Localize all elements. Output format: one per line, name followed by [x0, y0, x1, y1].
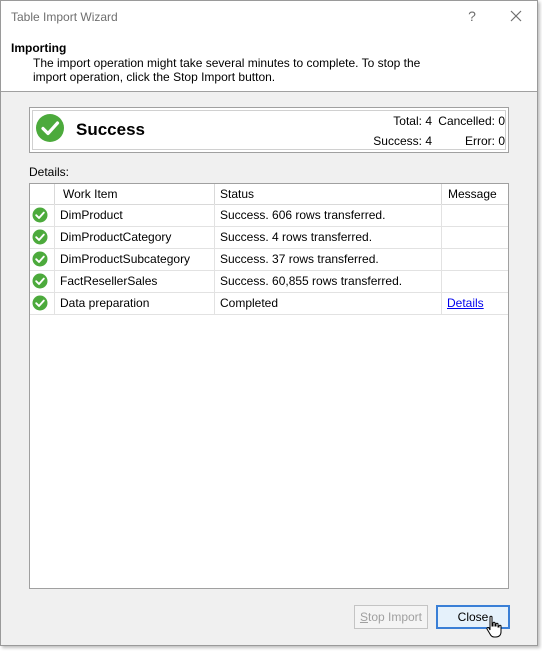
success-check-icon — [32, 273, 48, 289]
error-count: Error: 0 — [464, 134, 505, 148]
work-item-cell: DimProductCategory — [55, 226, 215, 248]
status-cell: Success. 606 rows transferred. — [215, 204, 442, 226]
success-check-icon — [32, 251, 48, 267]
message-cell: Details — [442, 292, 508, 314]
page-description: The import operation might take several … — [33, 56, 421, 84]
success-check-icon — [32, 207, 48, 223]
table-row[interactable]: FactResellerSales Success. 60,855 rows t… — [30, 270, 508, 293]
close-icon — [510, 10, 522, 22]
stop-import-mnemonic: S — [359, 610, 368, 624]
total-count: Total: 4 — [393, 114, 432, 128]
details-link[interactable]: Details — [447, 296, 484, 310]
table-row[interactable]: DimProduct Success. 606 rows transferred… — [30, 204, 508, 227]
row-status-cell — [30, 226, 55, 248]
help-button[interactable]: ? — [461, 6, 483, 26]
table-row[interactable]: Data preparation Completed Details — [30, 292, 508, 315]
stop-import-button[interactable]: Stop Import — [354, 605, 428, 629]
details-label: Details: — [29, 165, 70, 179]
window-title: Table Import Wizard — [11, 10, 118, 24]
row-status-cell — [30, 270, 55, 292]
row-status-cell — [30, 204, 55, 226]
status-summary-box: Success Total: 4 Cancelled: 0 Success: 4… — [29, 107, 509, 153]
page-title: Importing — [11, 41, 67, 55]
success-check-icon — [32, 229, 48, 245]
row-status-cell — [30, 248, 55, 270]
success-check-icon — [32, 295, 48, 311]
mouse-pointer-icon — [486, 615, 502, 638]
status-cell: Success. 37 rows transferred. — [215, 248, 442, 270]
column-header-message[interactable]: Message — [442, 184, 508, 204]
work-item-cell: Data preparation — [55, 292, 215, 314]
work-item-cell: FactResellerSales — [55, 270, 215, 292]
table-import-wizard-window: Table Import Wizard ? Importing The impo… — [0, 0, 538, 646]
status-label: Success — [76, 120, 145, 139]
success-check-icon — [36, 114, 64, 142]
row-status-cell — [30, 292, 55, 314]
success-count: Success: 4 — [373, 134, 432, 148]
message-cell — [442, 204, 508, 226]
column-header-status[interactable]: Status — [215, 184, 442, 204]
column-header-work-item[interactable]: Work Item — [55, 184, 215, 204]
cancelled-count: Cancelled: 0 — [438, 114, 505, 128]
close-window-button[interactable] — [501, 4, 531, 28]
table-row[interactable]: DimProductCategory Success. 4 rows trans… — [30, 226, 508, 249]
table-row[interactable]: DimProductSubcategory Success. 37 rows t… — [30, 248, 508, 271]
message-cell — [442, 248, 508, 270]
grid-header: Work Item Status Message — [30, 184, 508, 205]
column-header-icon — [30, 184, 55, 204]
details-grid: Work Item Status Message DimProduct Succ… — [29, 183, 509, 589]
work-item-cell: DimProduct — [55, 204, 215, 226]
message-cell — [442, 226, 508, 248]
message-cell — [442, 270, 508, 292]
wizard-header: Importing The import operation might tak… — [1, 33, 537, 92]
status-cell: Success. 60,855 rows transferred. — [215, 270, 442, 292]
work-item-cell: DimProductSubcategory — [55, 248, 215, 270]
stop-import-label: top Import — [367, 610, 423, 624]
status-cell: Success. 4 rows transferred. — [215, 226, 442, 248]
title-bar: Table Import Wizard ? — [1, 1, 537, 33]
status-cell: Completed — [215, 292, 442, 314]
